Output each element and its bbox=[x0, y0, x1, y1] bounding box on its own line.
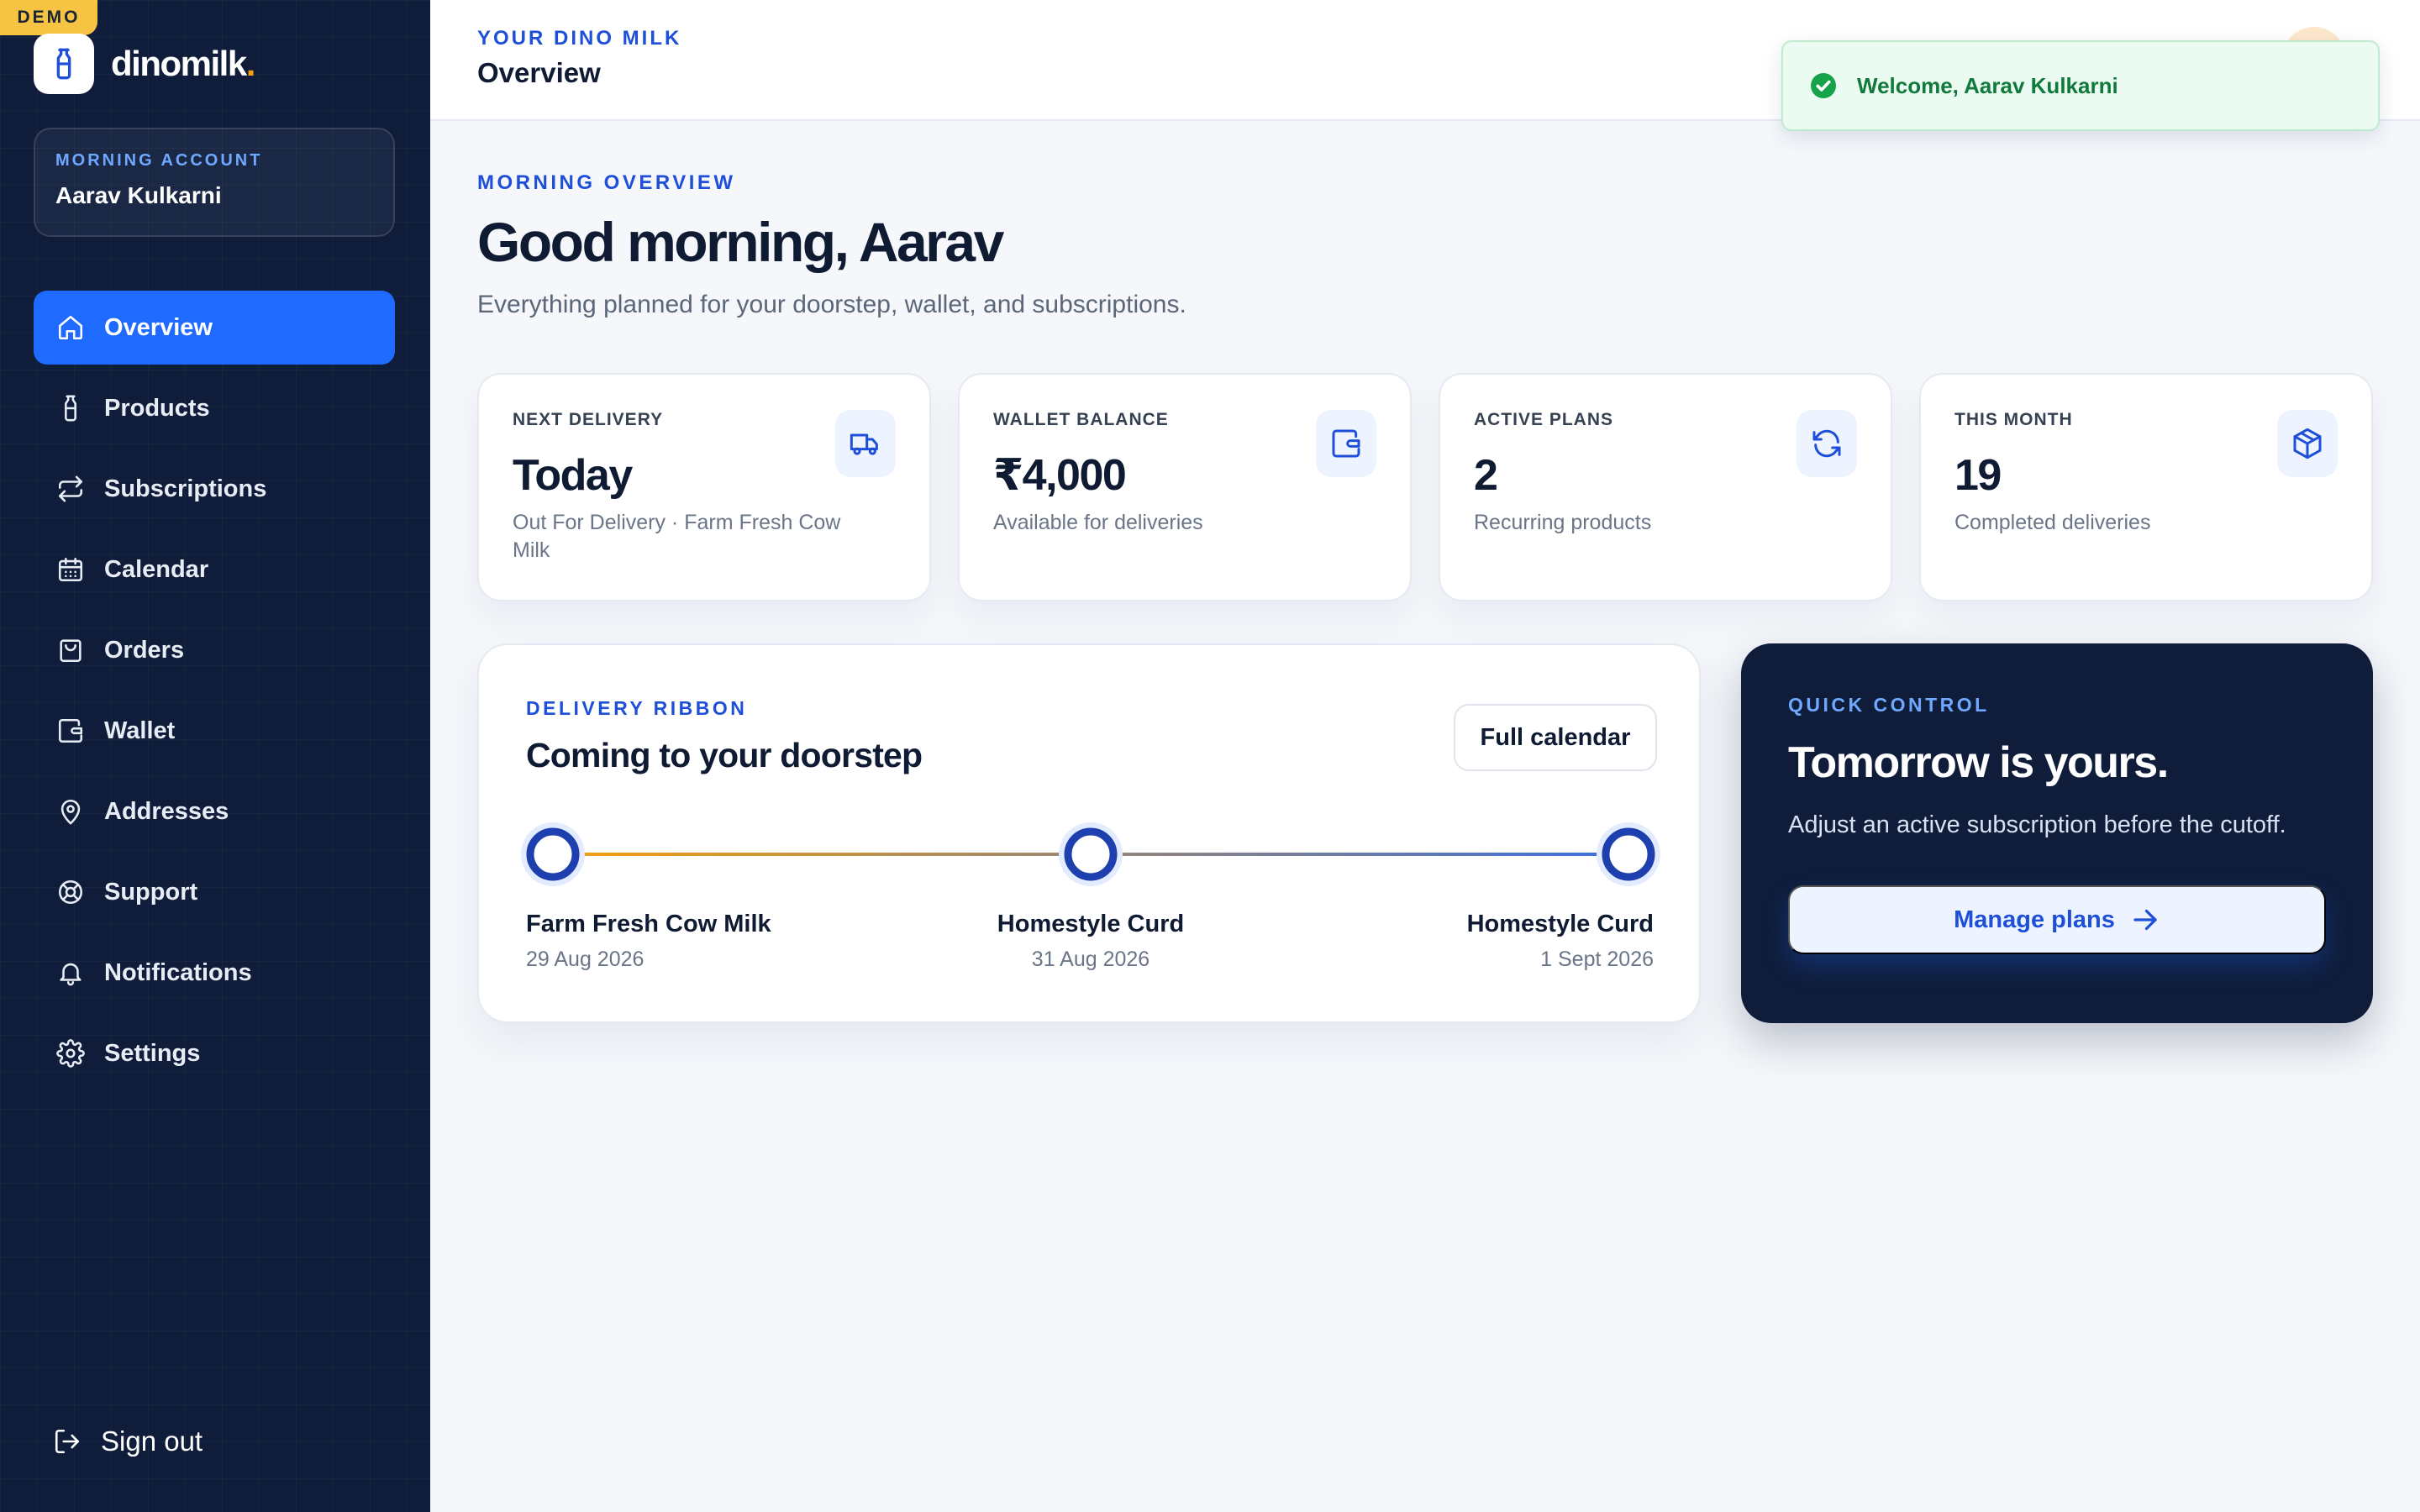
delivery-stop-name: Homestyle Curd bbox=[997, 911, 1185, 937]
lifebuoy-icon bbox=[55, 877, 86, 907]
logout-icon bbox=[52, 1426, 82, 1457]
sidebar-item-label: Orders bbox=[104, 636, 185, 664]
check-circle-icon bbox=[1811, 73, 1836, 98]
sidebar-item-label: Subscriptions bbox=[104, 475, 267, 502]
sidebar-item-settings[interactable]: Settings bbox=[34, 1016, 395, 1090]
sidebar-item-calendar[interactable]: Calendar bbox=[34, 533, 395, 606]
sidebar-item-orders[interactable]: Orders bbox=[34, 613, 395, 687]
bottle-logo-icon bbox=[34, 34, 94, 94]
stat-card-active-plans[interactable]: ACTIVE PLANS 2 Recurring products bbox=[1439, 373, 1892, 601]
delivery-stop-date: 29 Aug 2026 bbox=[526, 948, 644, 971]
shopping-bag-icon bbox=[55, 635, 86, 665]
quick-kicker: QUICK CONTROL bbox=[1788, 694, 1990, 716]
arrow-right-icon bbox=[2133, 909, 2157, 931]
stat-subtext: Out For Delivery · Farm Fresh Cow Milk bbox=[513, 511, 841, 562]
header-kicker: YOUR DINO MILK bbox=[477, 27, 682, 50]
repeat-icon bbox=[55, 474, 86, 504]
sign-out-button[interactable]: Sign out bbox=[34, 1404, 395, 1478]
delivery-stop-name: Farm Fresh Cow Milk bbox=[526, 911, 771, 937]
hero-kicker: MORNING OVERVIEW bbox=[477, 171, 736, 194]
stat-subtext: Recurring products bbox=[1474, 511, 1652, 534]
bottle-icon bbox=[55, 393, 86, 423]
sidebar-item-label: Products bbox=[104, 394, 210, 422]
bell-icon bbox=[55, 958, 86, 988]
stat-card-this-month[interactable]: THIS MONTH 19 Completed deliveries bbox=[1919, 373, 2373, 601]
stat-card-next-delivery[interactable]: NEXT DELIVERY Today Out For Delivery · F… bbox=[477, 373, 931, 601]
brand[interactable]: dinomilk. bbox=[34, 34, 255, 94]
toast-message: Welcome, Aarav Kulkarni bbox=[1857, 72, 2118, 98]
package-icon bbox=[2277, 410, 2338, 477]
account-card[interactable]: MORNING ACCOUNT Aarav Kulkarni bbox=[34, 128, 395, 237]
gear-icon bbox=[55, 1038, 86, 1068]
account-kicker: MORNING ACCOUNT bbox=[55, 151, 263, 170]
greeting-title: Good morning, Aarav bbox=[477, 211, 1004, 273]
sidebar-item-addresses[interactable]: Addresses bbox=[34, 774, 395, 848]
refresh-icon bbox=[1797, 410, 1857, 477]
map-pin-icon bbox=[55, 796, 86, 827]
sidebar-item-wallet[interactable]: Wallet bbox=[34, 694, 395, 768]
sidebar-nav: Overview Products Subscriptions Calendar… bbox=[34, 291, 395, 1097]
brand-name: dinomilk. bbox=[111, 44, 255, 83]
calendar-icon bbox=[55, 554, 86, 585]
home-icon bbox=[55, 312, 86, 343]
sidebar-item-products[interactable]: Products bbox=[34, 371, 395, 445]
page-title: Overview bbox=[477, 57, 601, 88]
timeline-dot[interactable] bbox=[1597, 822, 1660, 886]
stat-subtext: Available for deliveries bbox=[993, 511, 1203, 534]
sidebar-item-label: Calendar bbox=[104, 555, 209, 583]
stat-subtext: Completed deliveries bbox=[1954, 511, 2151, 534]
sidebar-item-label: Overview bbox=[104, 313, 213, 341]
sidebar-item-label: Wallet bbox=[104, 717, 176, 744]
timeline-dot[interactable] bbox=[1059, 822, 1123, 886]
sidebar-item-label: Notifications bbox=[104, 958, 252, 986]
sign-out-label: Sign out bbox=[101, 1425, 203, 1457]
main-content: MORNING OVERVIEW Good morning, Aarav Eve… bbox=[430, 123, 2420, 1512]
sidebar-item-label: Support bbox=[104, 878, 198, 906]
demo-badge: DEMO bbox=[0, 0, 97, 35]
timeline-dot[interactable] bbox=[521, 822, 585, 886]
sidebar-item-label: Settings bbox=[104, 1039, 201, 1067]
delivery-ribbon-card: DELIVERY RIBBON Coming to your doorstep … bbox=[477, 643, 1701, 1023]
stat-card-wallet-balance[interactable]: WALLET BALANCE ₹4,000 Available for deli… bbox=[958, 373, 1412, 601]
wallet-icon bbox=[55, 716, 86, 746]
delivery-stop-date: 1 Sept 2026 bbox=[1540, 948, 1654, 971]
manage-plans-label: Manage plans bbox=[1954, 906, 2115, 933]
quick-control-card: QUICK CONTROL Tomorrow is yours. Adjust … bbox=[1741, 643, 2373, 1023]
sidebar-item-subscriptions[interactable]: Subscriptions bbox=[34, 452, 395, 526]
quick-title: Tomorrow is yours. bbox=[1788, 738, 2169, 787]
sidebar: DEMO dinomilk. MORNING ACCOUNT Aarav Kul… bbox=[0, 0, 430, 1512]
wallet-icon bbox=[1316, 410, 1376, 477]
sidebar-item-notifications[interactable]: Notifications bbox=[34, 936, 395, 1010]
quick-subtitle: Adjust an active subscription before the… bbox=[1788, 811, 2286, 838]
welcome-toast[interactable]: Welcome, Aarav Kulkarni bbox=[1781, 40, 2380, 131]
delivery-stop-date: 31 Aug 2026 bbox=[1031, 948, 1150, 971]
sidebar-item-label: Addresses bbox=[104, 797, 229, 825]
sidebar-item-support[interactable]: Support bbox=[34, 855, 395, 929]
account-name: Aarav Kulkarni bbox=[55, 182, 222, 208]
greeting-subtitle: Everything planned for your doorstep, wa… bbox=[477, 291, 1186, 318]
delivery-stop-name: Homestyle Curd bbox=[1466, 911, 1654, 937]
sidebar-item-overview[interactable]: Overview bbox=[34, 291, 395, 365]
truck-icon bbox=[835, 410, 896, 477]
manage-plans-button[interactable]: Manage plans bbox=[1788, 885, 2326, 954]
